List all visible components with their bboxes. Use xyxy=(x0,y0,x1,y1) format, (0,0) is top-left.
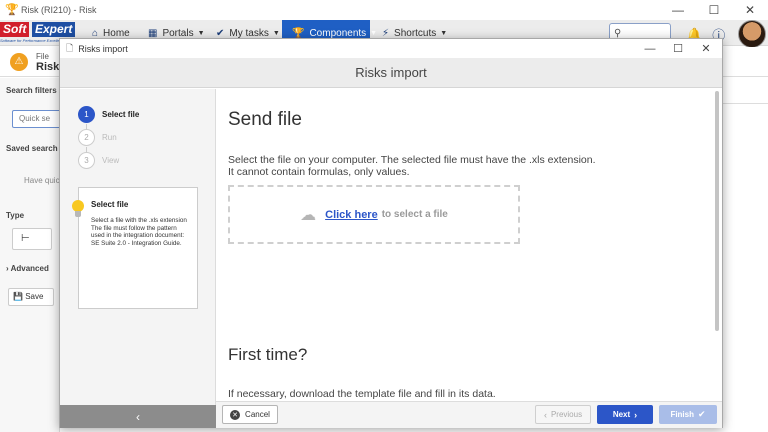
window-titlebar: 🏆 Risk (RI210) - Risk — ☐ ✕ xyxy=(0,0,768,20)
type-tree-button[interactable]: ⊢ xyxy=(12,228,52,250)
dialog-footer: ✕ Cancel ‹ Previous Next › Finish ✔ xyxy=(216,401,722,428)
risks-import-dialog: 🗋 Risks import — ☐ ✕ Risks import 1 Sele… xyxy=(59,38,723,428)
step-number: 3 xyxy=(78,152,95,169)
send-file-heading: Send file xyxy=(228,109,302,130)
file-label: File xyxy=(36,52,49,61)
finish-button[interactable]: Finish ✔ xyxy=(659,405,717,424)
logo-soft: Soft xyxy=(0,22,30,37)
content-scrollbar[interactable] xyxy=(715,91,719,331)
logo-tagline: Software for Performance Excellence xyxy=(0,38,67,43)
step-label: View xyxy=(102,156,120,165)
logo-expert: Expert xyxy=(32,22,76,37)
minimize-button[interactable]: — xyxy=(660,0,696,20)
instruction-line-2: It cannot contain formulas, only values. xyxy=(228,166,410,178)
tip-body: Select a file with the .xls extension Th… xyxy=(91,217,187,247)
home-icon: ⌂ xyxy=(92,27,99,39)
window-title: Risk (RI210) - Risk xyxy=(21,5,97,15)
save-button[interactable]: 💾 Save xyxy=(8,288,54,306)
file-dropzone[interactable]: ☁ Click here to select a file xyxy=(228,185,520,244)
first-time-heading: First time? xyxy=(228,345,308,364)
chevron-right-icon: › xyxy=(634,409,638,420)
close-button[interactable]: ✕ xyxy=(732,0,768,20)
dialog-close-button[interactable]: ✕ xyxy=(692,39,720,58)
dialog-controls: — ☐ ✕ xyxy=(636,39,720,58)
maximize-button[interactable]: ☐ xyxy=(696,0,732,20)
chevron-left-icon: ‹ xyxy=(543,409,547,420)
lightbulb-icon xyxy=(71,200,85,220)
send-file-instructions: Select the file on your computer. The se… xyxy=(228,154,596,178)
document-icon: 🗋 xyxy=(66,42,74,53)
step-run: 2 Run xyxy=(78,129,117,146)
click-here-link[interactable]: Click here xyxy=(325,209,378,221)
background-right-strip xyxy=(722,86,768,104)
advanced-label: Advanced xyxy=(10,264,49,273)
collapse-steps-button[interactable]: ‹ xyxy=(60,405,216,428)
dialog-minimize-button[interactable]: — xyxy=(636,39,664,58)
step-view: 3 View xyxy=(78,152,119,169)
dialog-titlebar: 🗋 Risks import — ☐ ✕ xyxy=(60,39,722,58)
window-controls: — ☐ ✕ xyxy=(660,0,768,20)
nav-portals-label: Portals xyxy=(162,27,194,39)
nav-home-label: Home xyxy=(103,27,130,39)
cloud-upload-icon: ☁ xyxy=(300,206,317,224)
check-icon: ✔ xyxy=(698,409,706,419)
search-icon: ⚲ xyxy=(614,27,622,39)
step-select-file[interactable]: 1 Select file xyxy=(78,106,139,123)
advanced-toggle[interactable]: › Advanced xyxy=(6,264,49,273)
type-label: Type xyxy=(6,211,25,220)
chevron-down-icon: ▼ xyxy=(197,29,205,37)
wizard-steps-panel: 1 Select file 2 Run 3 View Select file S… xyxy=(60,89,216,405)
next-label: Next xyxy=(612,410,631,419)
tip-box: Select file Select a file with the .xls … xyxy=(72,187,198,309)
nav-shortcuts-label: Shortcuts xyxy=(394,27,437,39)
dialog-title: Risks import xyxy=(78,43,128,54)
trophy-icon: 🏆 xyxy=(292,27,305,39)
have-quick-label: Have quick xyxy=(24,176,64,185)
chevron-down-icon: ▼ xyxy=(272,29,280,37)
step-number: 1 xyxy=(78,106,95,123)
previous-label: Previous xyxy=(550,410,583,419)
dialog-content: Send file Select the file on your comput… xyxy=(217,89,717,401)
cancel-label: Cancel xyxy=(245,410,270,419)
search-sidebar: Search filters Quick se Saved search Hav… xyxy=(0,78,72,432)
nav-my-tasks-label: My tasks xyxy=(229,27,269,39)
step-number: 2 xyxy=(78,129,95,146)
trophy-icon: 🏆 xyxy=(5,4,19,16)
step-label: Select file xyxy=(102,110,140,119)
user-avatar[interactable] xyxy=(738,20,766,48)
grid-icon: ▦ xyxy=(148,27,158,39)
close-circle-icon: ✕ xyxy=(230,409,241,420)
finish-label: Finish xyxy=(670,410,694,419)
chevron-left-icon: ‹ xyxy=(136,409,140,424)
page-title: Risk xyxy=(36,61,60,73)
cancel-button[interactable]: ✕ Cancel xyxy=(222,405,278,424)
warning-icon: ⚠ xyxy=(10,53,28,71)
nav-components-label: Components xyxy=(309,27,367,39)
saved-search-label: Saved search xyxy=(6,144,58,153)
save-label: Save xyxy=(25,292,44,301)
chevron-down-icon: ▼ xyxy=(370,29,378,37)
step-label: Run xyxy=(102,133,117,142)
tip-title: Select file xyxy=(91,200,129,209)
next-button[interactable]: Next › xyxy=(597,405,653,424)
previous-button[interactable]: ‹ Previous xyxy=(535,405,591,424)
chevron-down-icon: ▼ xyxy=(440,29,448,37)
instruction-line-1: Select the file on your computer. The se… xyxy=(228,154,596,166)
dialog-maximize-button[interactable]: ☐ xyxy=(664,39,692,58)
bolt-icon: ⚡ xyxy=(382,27,390,39)
dialog-header: Risks import xyxy=(60,58,722,88)
check-icon: ✔ xyxy=(216,27,225,39)
first-time-text: If necessary, download the template file… xyxy=(228,388,496,400)
dropzone-text: to select a file xyxy=(381,209,448,220)
search-filters-label: Search filters xyxy=(6,86,57,95)
